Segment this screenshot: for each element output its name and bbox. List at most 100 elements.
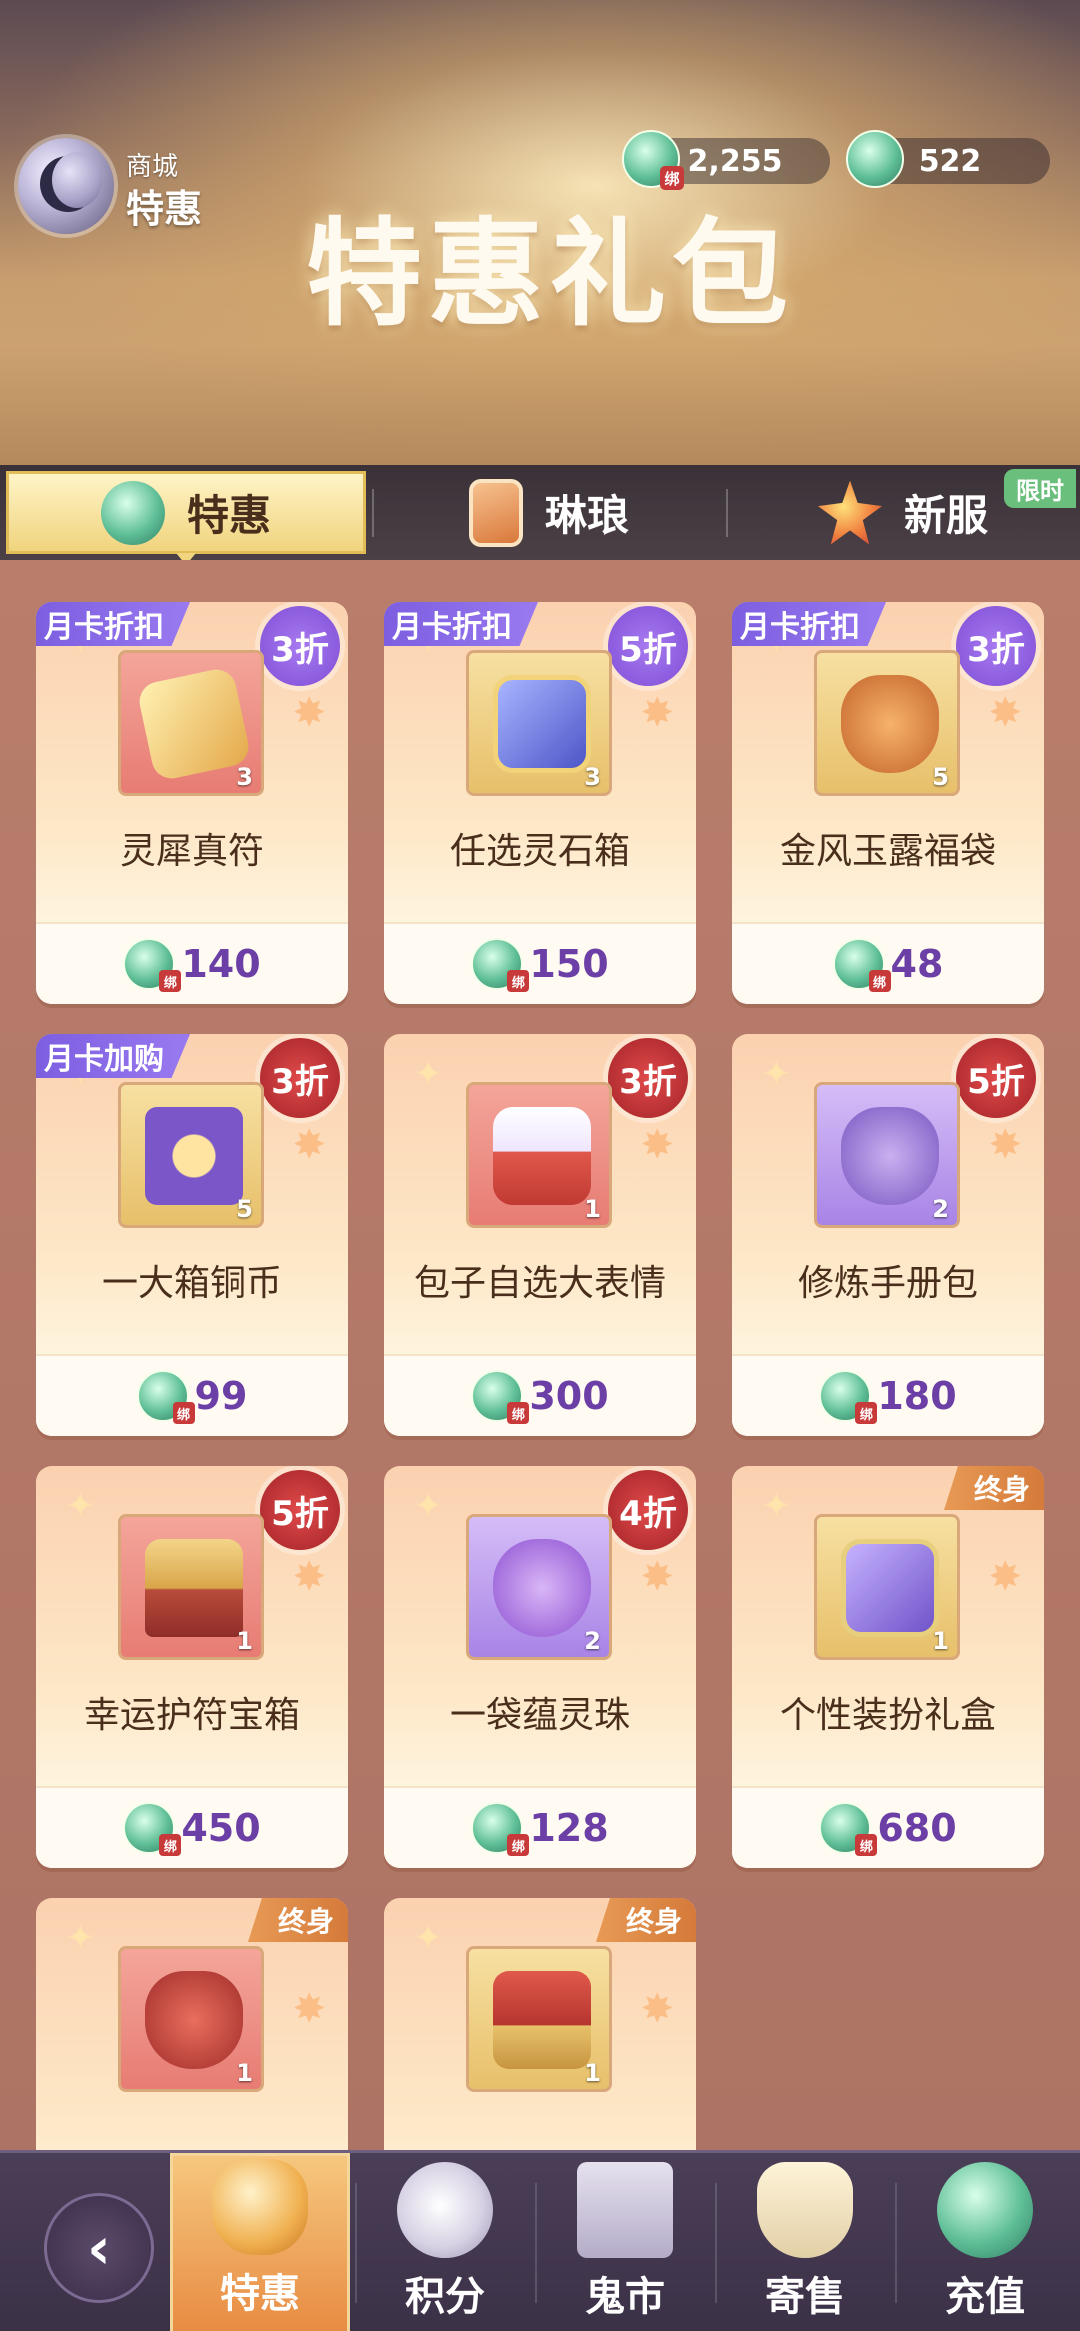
item-quantity: 3 xyxy=(584,763,601,791)
manual-bag-icon xyxy=(841,1107,939,1205)
bound-jade-icon xyxy=(471,938,530,992)
item-name: 灵犀真符 xyxy=(119,831,264,872)
item-price: 128 xyxy=(529,1806,609,1850)
market-stall-icon xyxy=(577,2162,673,2258)
bound-jade-balance: 2,255 xyxy=(622,130,830,190)
item-quantity: 1 xyxy=(932,1627,949,1655)
lucky-bag-icon xyxy=(212,2159,308,2255)
price-button[interactable]: 48 xyxy=(732,922,1044,1004)
item-price: 180 xyxy=(877,1374,957,1418)
tab-linlang[interactable]: 琳琅 xyxy=(372,465,726,560)
item-price: 48 xyxy=(890,942,944,986)
spirit-pearl-bag-icon xyxy=(493,1539,591,1637)
nav-consign[interactable]: 寄售 xyxy=(715,2153,895,2331)
tab-special[interactable]: 特惠 xyxy=(6,471,366,565)
price-button[interactable]: 450 xyxy=(36,1786,348,1868)
item-thumbnail: 3 xyxy=(466,650,612,796)
item-card[interactable]: 月卡折扣 5折 3 任选灵石箱 150 xyxy=(384,602,696,1004)
item-card[interactable]: 月卡折扣 3折 3 灵犀真符 140 xyxy=(36,602,348,1004)
item-thumbnail: 1 xyxy=(466,1082,612,1228)
price-button[interactable]: 128 xyxy=(384,1786,696,1868)
lifetime-tag: 终身 xyxy=(595,1898,696,1942)
item-card[interactable]: 5折 1 幸运护符宝箱 450 xyxy=(36,1466,348,1868)
star-flower-icon xyxy=(817,480,882,545)
item-name: 包子自选大表情 xyxy=(413,1263,666,1304)
item-card[interactable]: 月卡加购 3折 5 一大箱铜币 99 xyxy=(36,1034,348,1436)
monthly-card-tag: 月卡折扣 xyxy=(36,602,190,646)
arrow-left-icon: ‹ xyxy=(87,2214,111,2282)
item-name: 金风玉露福袋 xyxy=(779,831,996,872)
price-button[interactable]: 680 xyxy=(732,1786,1044,1868)
item-thumbnail: 2 xyxy=(466,1514,612,1660)
bound-jade-icon xyxy=(123,1802,182,1856)
price-button[interactable]: 300 xyxy=(384,1354,696,1436)
item-quantity: 1 xyxy=(584,1195,601,1223)
item-name: 幸运护符宝箱 xyxy=(83,1695,300,1736)
item-thumbnail: 1 xyxy=(118,1946,264,2092)
tab-new-server[interactable]: 新服 限时 xyxy=(726,465,1080,560)
coin-chest-icon xyxy=(145,1107,243,1205)
discount-badge: 5折 xyxy=(608,606,688,686)
item-grid: 月卡折扣 3折 3 灵犀真符 140 月卡折扣 5折 3 任选灵石箱 150 月… xyxy=(0,560,1080,2150)
bound-jade-value: 2,255 xyxy=(687,143,783,179)
tab-label: 特惠 xyxy=(186,491,271,540)
nav-special[interactable]: 特惠 xyxy=(170,2153,350,2331)
item-card[interactable]: 4折 2 一袋蕴灵珠 128 xyxy=(384,1466,696,1868)
item-card[interactable]: 终身 1 xyxy=(384,1898,696,2150)
nav-points[interactable]: 积分 xyxy=(355,2153,535,2331)
item-price: 450 xyxy=(181,1806,261,1850)
item-name: 个性装扮礼盒 xyxy=(779,1695,996,1736)
item-thumbnail: 3 xyxy=(118,650,264,796)
lucky-bag-icon xyxy=(841,675,939,773)
item-card[interactable]: 3折 1 包子自选大表情 300 xyxy=(384,1034,696,1436)
monthly-card-tag: 月卡加购 xyxy=(36,1034,190,1078)
item-thumbnail: 5 xyxy=(814,650,960,796)
discount-badge: 3折 xyxy=(956,606,1036,686)
spiral-icon xyxy=(397,2162,493,2258)
item-thumbnail: 5 xyxy=(118,1082,264,1228)
item-price: 150 xyxy=(529,942,609,986)
item-card[interactable]: 终身 1 个性装扮礼盒 680 xyxy=(732,1466,1044,1868)
emoji-box-icon xyxy=(493,1107,591,1205)
bound-jade-icon xyxy=(832,938,891,992)
discount-badge: 3折 xyxy=(608,1038,688,1118)
nav-recharge[interactable]: 充值 xyxy=(895,2153,1075,2331)
price-button[interactable]: 180 xyxy=(732,1354,1044,1436)
discount-badge: 4折 xyxy=(608,1470,688,1550)
nav-label: 鬼市 xyxy=(585,2274,665,2320)
mystery-chest-icon xyxy=(493,1971,591,2069)
bound-jade-icon xyxy=(123,938,182,992)
item-card[interactable]: 月卡折扣 3折 5 金风玉露福袋 48 xyxy=(732,602,1044,1004)
item-quantity: 5 xyxy=(932,763,949,791)
page-title: 特惠礼包 xyxy=(306,206,794,342)
nav-label: 寄售 xyxy=(765,2274,845,2320)
nav-label: 特惠 xyxy=(220,2271,300,2317)
jade-value: 522 xyxy=(918,143,982,179)
jade-icon xyxy=(100,480,165,545)
item-card[interactable]: 5折 2 修炼手册包 180 xyxy=(732,1034,1044,1436)
treasure-chest-icon xyxy=(145,1539,243,1637)
item-price: 680 xyxy=(877,1806,957,1850)
item-quantity: 2 xyxy=(584,1627,601,1655)
category-tabs: 特惠 琳琅 新服 限时 xyxy=(0,465,1080,565)
nav-label: 充值 xyxy=(945,2274,1025,2320)
shop-name: 特惠 xyxy=(126,187,203,231)
nav-ghost-market[interactable]: 鬼市 xyxy=(535,2153,715,2331)
price-button[interactable]: 99 xyxy=(36,1354,348,1436)
discount-badge: 3折 xyxy=(260,606,340,686)
tab-label: 琳琅 xyxy=(544,491,629,540)
item-name: 修炼手册包 xyxy=(797,1263,978,1304)
lifetime-tag: 终身 xyxy=(247,1898,348,1942)
red-bag-icon xyxy=(145,1971,243,2069)
item-thumbnail: 1 xyxy=(466,1946,612,2092)
item-card[interactable]: 终身 1 xyxy=(36,1898,348,2150)
back-button[interactable]: ‹ xyxy=(44,2193,154,2303)
price-button[interactable]: 140 xyxy=(36,922,348,1004)
jade-icon xyxy=(846,130,904,188)
bound-jade-icon xyxy=(136,1370,195,1424)
lifetime-tag: 终身 xyxy=(943,1466,1044,1510)
talisman-icon xyxy=(135,665,253,783)
price-button[interactable]: 150 xyxy=(384,922,696,1004)
item-quantity: 1 xyxy=(236,2059,253,2087)
bound-jade-icon xyxy=(471,1802,530,1856)
